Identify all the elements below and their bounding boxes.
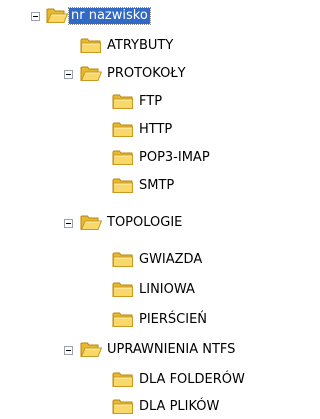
folder-open-icon xyxy=(46,7,68,24)
tree-node-label[interactable]: PIERŚCIEŃ xyxy=(137,312,209,328)
tree-node-label[interactable]: DLA FOLDERÓW xyxy=(137,372,247,388)
folder-icon xyxy=(112,149,134,166)
folder-open-icon xyxy=(80,341,102,358)
folder-icon xyxy=(112,251,134,268)
tree-node-label[interactable]: FTP xyxy=(137,94,164,110)
folder-open-icon xyxy=(80,65,102,82)
tree-node-label[interactable]: HTTP xyxy=(137,122,174,138)
folder-icon xyxy=(112,93,134,110)
folder-icon xyxy=(112,371,134,388)
tree-node-label[interactable]: nr nazwisko xyxy=(68,7,151,25)
tree-node-label[interactable]: ATRYBUTY xyxy=(105,38,175,54)
tree-node-label[interactable]: UPRAWNIENIA NTFS xyxy=(105,342,237,358)
folder-icon xyxy=(112,281,134,298)
collapse-icon[interactable] xyxy=(64,70,73,79)
tree-node-label[interactable]: DLA PLIKÓW xyxy=(137,399,221,415)
folder-icon xyxy=(112,177,134,194)
folder-icon xyxy=(112,398,134,415)
folder-tree: nr nazwisko ATRYBUTY PROTOKOŁY FTP HTTP … xyxy=(0,0,289,419)
collapse-icon[interactable] xyxy=(31,12,40,21)
collapse-icon[interactable] xyxy=(64,346,73,355)
tree-node-label[interactable]: LINIOWA xyxy=(137,282,197,298)
tree-node-label[interactable]: POP3-IMAP xyxy=(137,150,212,166)
tree-node-label[interactable]: TOPOLOGIE xyxy=(105,215,184,231)
folder-open-icon xyxy=(80,214,102,231)
folder-icon xyxy=(112,311,134,328)
folder-icon xyxy=(112,121,134,138)
collapse-icon[interactable] xyxy=(64,219,73,228)
tree-node-label[interactable]: PROTOKOŁY xyxy=(105,66,188,82)
tree-node-label[interactable]: GWIAZDA xyxy=(137,252,204,268)
folder-icon xyxy=(80,37,102,54)
tree-node-label[interactable]: SMTP xyxy=(137,178,176,194)
